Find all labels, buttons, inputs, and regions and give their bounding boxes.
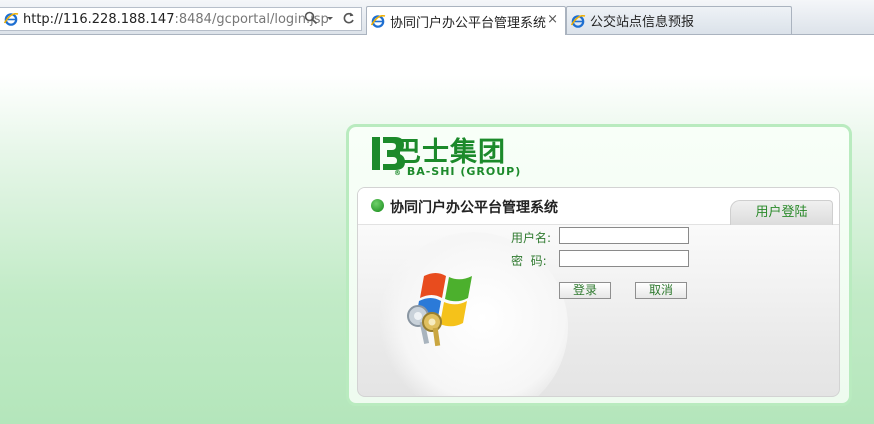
username-input[interactable]: [559, 227, 689, 244]
green-dot-icon: [371, 199, 384, 212]
ie-icon: [3, 12, 19, 26]
system-title: 协同门户办公平台管理系统: [390, 200, 558, 216]
tab-title: 协同门户办公平台管理系统: [390, 15, 547, 31]
login-panel: 巴士集团 ® BA-SHI (GROUP) 协同门户办公平台管理系统 用户登陆: [346, 124, 852, 406]
username-label: 用户名:: [511, 231, 552, 245]
logo-english: ® BA-SHI (GROUP): [394, 165, 522, 178]
login-box: 协同门户办公平台管理系统 用户登陆 用户名: 密 码: 登录 取消: [357, 187, 840, 397]
windows-keys-icon: [407, 273, 472, 347]
browser-chrome: http://116.228.188.147:8484/gcportal/log…: [0, 0, 874, 35]
login-button[interactable]: 登录: [559, 282, 611, 299]
url-text[interactable]: http://116.228.188.147:8484/gcportal/log…: [23, 12, 329, 27]
password-input[interactable]: [559, 250, 689, 267]
password-label: 密 码:: [511, 254, 547, 268]
ie-icon: [370, 14, 386, 28]
login-box-header: 协同门户办公平台管理系统 用户登陆: [358, 188, 839, 225]
logo-chinese: 巴士集团: [394, 137, 506, 168]
cancel-button[interactable]: 取消: [635, 282, 687, 299]
address-bar[interactable]: http://116.228.188.147:8484/gcportal/log…: [0, 7, 362, 31]
refresh-icon[interactable]: [342, 11, 355, 25]
page-body: 巴士集团 ® BA-SHI (GROUP) 协同门户办公平台管理系统 用户登陆: [0, 35, 874, 424]
dropdown-arrow-icon[interactable]: [326, 11, 334, 25]
tab-active[interactable]: 协同门户办公平台管理系统 ×: [366, 6, 566, 35]
search-icon[interactable]: [304, 11, 318, 25]
tab-user-login[interactable]: 用户登陆: [730, 200, 833, 225]
tab-title: 公交站点信息预报: [590, 15, 695, 30]
tab-inactive[interactable]: 公交站点信息预报: [566, 6, 792, 34]
ie-icon: [570, 14, 586, 28]
close-icon[interactable]: ×: [547, 12, 558, 27]
